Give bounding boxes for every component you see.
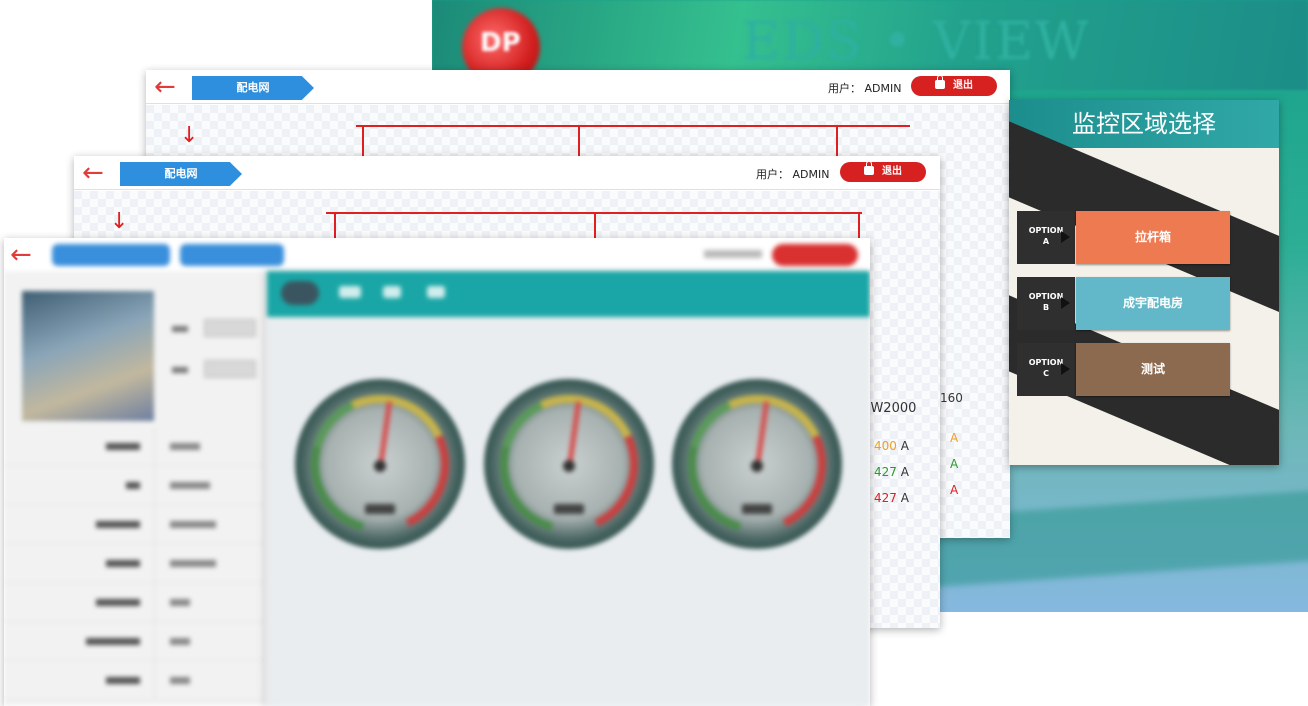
logout-button[interactable] bbox=[772, 244, 858, 266]
current-reading: 400 A bbox=[874, 439, 909, 453]
region-select-dialog: 监控区域选择 OPTION A 拉杆箱 OPTION B 成宇配电房 OPTION C… bbox=[1009, 100, 1279, 465]
eds-logo-text: DP bbox=[480, 28, 521, 58]
breadcrumb-level-1[interactable] bbox=[52, 244, 170, 266]
info-select[interactable] bbox=[204, 319, 256, 337]
lock-icon bbox=[935, 75, 945, 89]
gauge-tab-1[interactable] bbox=[281, 281, 319, 305]
current-reading: 427 A bbox=[874, 465, 909, 479]
gauge-tab-3[interactable] bbox=[383, 286, 401, 298]
current-reading: 427 A bbox=[874, 491, 909, 505]
gauge-tab-bar bbox=[267, 271, 870, 317]
back-arrow-icon[interactable]: ← bbox=[10, 242, 32, 268]
breadcrumb-distribution-network[interactable]: 配电网 bbox=[192, 76, 314, 100]
option-b[interactable]: OPTION B 成宇配电房 bbox=[1017, 277, 1230, 330]
gauge-tab-4[interactable] bbox=[427, 286, 445, 298]
current-gauge-2 bbox=[474, 369, 664, 559]
gauge-panel bbox=[267, 271, 870, 706]
desktop: DP EDS • VIEW ← 配电网 用户： ADMIN 退出 ↓ 160 A… bbox=[0, 0, 1308, 706]
reading-unit: A bbox=[950, 457, 959, 471]
device-detail-window: ← bbox=[4, 238, 870, 706]
info-label bbox=[172, 367, 188, 373]
info-row bbox=[4, 623, 266, 661]
option-button-test[interactable]: 测试 bbox=[1076, 343, 1230, 396]
info-row bbox=[4, 545, 266, 583]
reading-unit: A bbox=[950, 483, 959, 497]
down-arrow-icon: ↓ bbox=[180, 123, 199, 148]
gauge-tab-2[interactable] bbox=[339, 286, 361, 298]
lock-icon bbox=[864, 161, 874, 175]
play-arrow-icon bbox=[1061, 297, 1070, 309]
user-label bbox=[704, 250, 762, 258]
info-select[interactable] bbox=[204, 360, 256, 378]
user-name: ADMIN bbox=[864, 82, 902, 95]
info-row bbox=[4, 467, 266, 505]
user-label: 用户： ADMIN bbox=[756, 168, 830, 181]
option-button-chengyu-power-room[interactable]: 成宇配电房 bbox=[1076, 277, 1230, 330]
back-arrow-icon[interactable]: ← bbox=[82, 160, 104, 186]
option-a[interactable]: OPTION A 拉杆箱 bbox=[1017, 211, 1230, 264]
current-gauge-1 bbox=[285, 369, 475, 559]
user-name: ADMIN bbox=[792, 168, 830, 181]
play-arrow-icon bbox=[1061, 231, 1070, 243]
window-toolbar: ← bbox=[4, 238, 870, 271]
info-label bbox=[172, 326, 188, 332]
device-model: 160 bbox=[940, 391, 963, 405]
info-row bbox=[4, 584, 266, 622]
logout-button[interactable]: 退出 bbox=[840, 161, 926, 182]
current-gauge-3 bbox=[662, 369, 852, 559]
window-toolbar: ← 配电网 用户： ADMIN 退出 bbox=[74, 156, 940, 190]
device-model: BW2000 bbox=[862, 401, 917, 416]
bus-bar bbox=[356, 125, 910, 127]
info-row bbox=[4, 428, 266, 466]
logout-button[interactable]: 退出 bbox=[911, 75, 997, 96]
breadcrumb-level-2[interactable] bbox=[180, 244, 284, 266]
info-row bbox=[4, 506, 266, 544]
user-label: 用户： ADMIN bbox=[828, 82, 902, 95]
option-button-lagan-box[interactable]: 拉杆箱 bbox=[1076, 211, 1230, 264]
breadcrumb-distribution-network[interactable]: 配电网 bbox=[120, 162, 242, 186]
reading-unit: A bbox=[950, 431, 959, 445]
device-photo bbox=[22, 291, 154, 421]
info-row bbox=[4, 662, 266, 700]
device-info-panel bbox=[4, 271, 266, 706]
back-arrow-icon[interactable]: ← bbox=[154, 74, 176, 100]
play-arrow-icon bbox=[1061, 363, 1070, 375]
window-toolbar: ← 配电网 用户： ADMIN 退出 bbox=[146, 70, 1010, 104]
option-c[interactable]: OPTION C 测试 bbox=[1017, 343, 1230, 396]
eds-view-title: EDS • VIEW bbox=[742, 12, 1091, 72]
down-arrow-icon: ↓ bbox=[110, 209, 129, 234]
